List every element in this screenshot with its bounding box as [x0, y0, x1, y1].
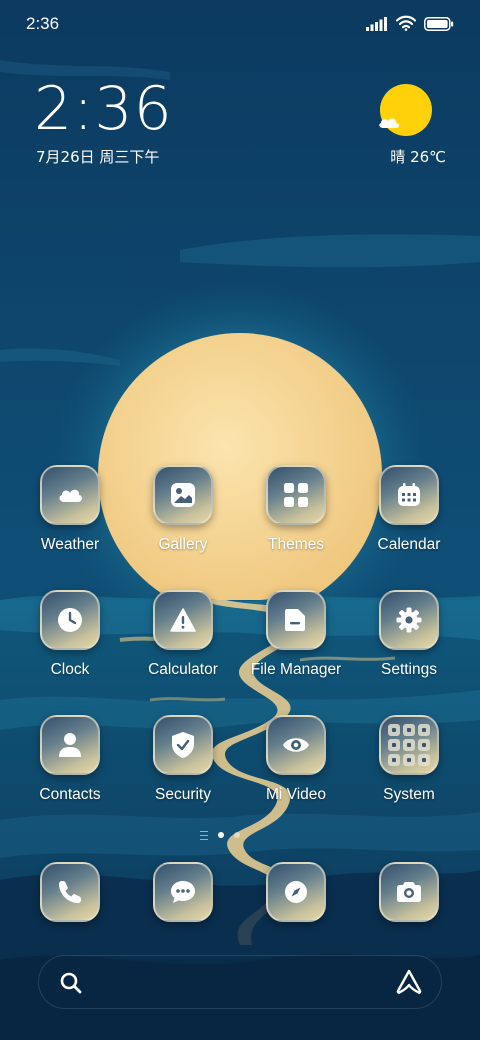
app-calculator[interactable]: Calculator — [129, 590, 237, 690]
page-dot-active — [218, 832, 224, 838]
app-security[interactable]: Security — [129, 715, 237, 815]
status-time: 2:36 — [26, 14, 60, 33]
dock-browser[interactable] — [242, 862, 350, 924]
dock-camera[interactable] — [355, 862, 463, 924]
weather-text: 晴 26℃ — [390, 148, 446, 166]
folder-icon — [266, 590, 326, 650]
warning-triangle-icon — [153, 590, 213, 650]
calendar-icon — [379, 465, 439, 525]
clock-widget-date: 7月26日 周三下午 — [36, 148, 160, 166]
home-screen: 2:36 2:36 7月26日 周三下午 晴 26℃ Weather Galle… — [0, 0, 480, 1040]
page-dot — [234, 832, 240, 838]
clock-widget-time[interactable]: 2:36 — [34, 76, 173, 142]
weather-widget[interactable]: 晴 26℃ — [374, 84, 446, 166]
person-icon — [40, 715, 100, 775]
status-icons — [366, 14, 454, 36]
message-bubble-icon — [153, 862, 213, 922]
signal-bars-icon — [366, 16, 388, 35]
assistant-a-icon[interactable] — [395, 969, 423, 999]
app-settings[interactable]: Settings — [355, 590, 463, 690]
app-contacts[interactable]: Contacts — [16, 715, 124, 815]
app-folder-system[interactable]: System — [355, 715, 463, 815]
themes-grid-icon — [266, 465, 326, 525]
app-gallery[interactable]: Gallery — [129, 465, 237, 565]
phone-icon — [40, 862, 100, 922]
sun-icon — [380, 84, 432, 136]
search-bar[interactable] — [38, 955, 442, 1009]
search-icon[interactable] — [59, 971, 83, 999]
status-bar: 2:36 — [0, 0, 480, 50]
battery-icon — [424, 16, 454, 35]
shield-check-icon — [153, 715, 213, 775]
page-list-icon — [200, 830, 208, 840]
app-mi-video[interactable]: Mi Video — [242, 715, 350, 815]
eye-icon — [266, 715, 326, 775]
camera-icon — [379, 862, 439, 922]
gear-icon — [379, 590, 439, 650]
app-clock[interactable]: Clock — [16, 590, 124, 690]
wifi-icon — [395, 15, 417, 35]
app-label: Calendar — [377, 536, 441, 553]
cloud-icon — [379, 118, 399, 128]
app-label: System — [383, 786, 435, 803]
app-folder-grid-icon — [379, 715, 439, 775]
app-label: Settings — [380, 661, 437, 678]
clock-icon — [40, 590, 100, 650]
dock-phone[interactable] — [16, 862, 124, 924]
dock-messages[interactable] — [129, 862, 237, 924]
gallery-image-icon — [153, 465, 213, 525]
app-themes[interactable]: Themes — [242, 465, 350, 565]
app-file-manager[interactable]: File Manager — [242, 590, 350, 690]
compass-icon — [266, 862, 326, 922]
page-indicator[interactable] — [200, 829, 240, 841]
weather-cloud-icon — [40, 465, 100, 525]
app-calendar[interactable]: Calendar — [355, 465, 463, 565]
app-weather[interactable]: Weather — [16, 465, 124, 565]
